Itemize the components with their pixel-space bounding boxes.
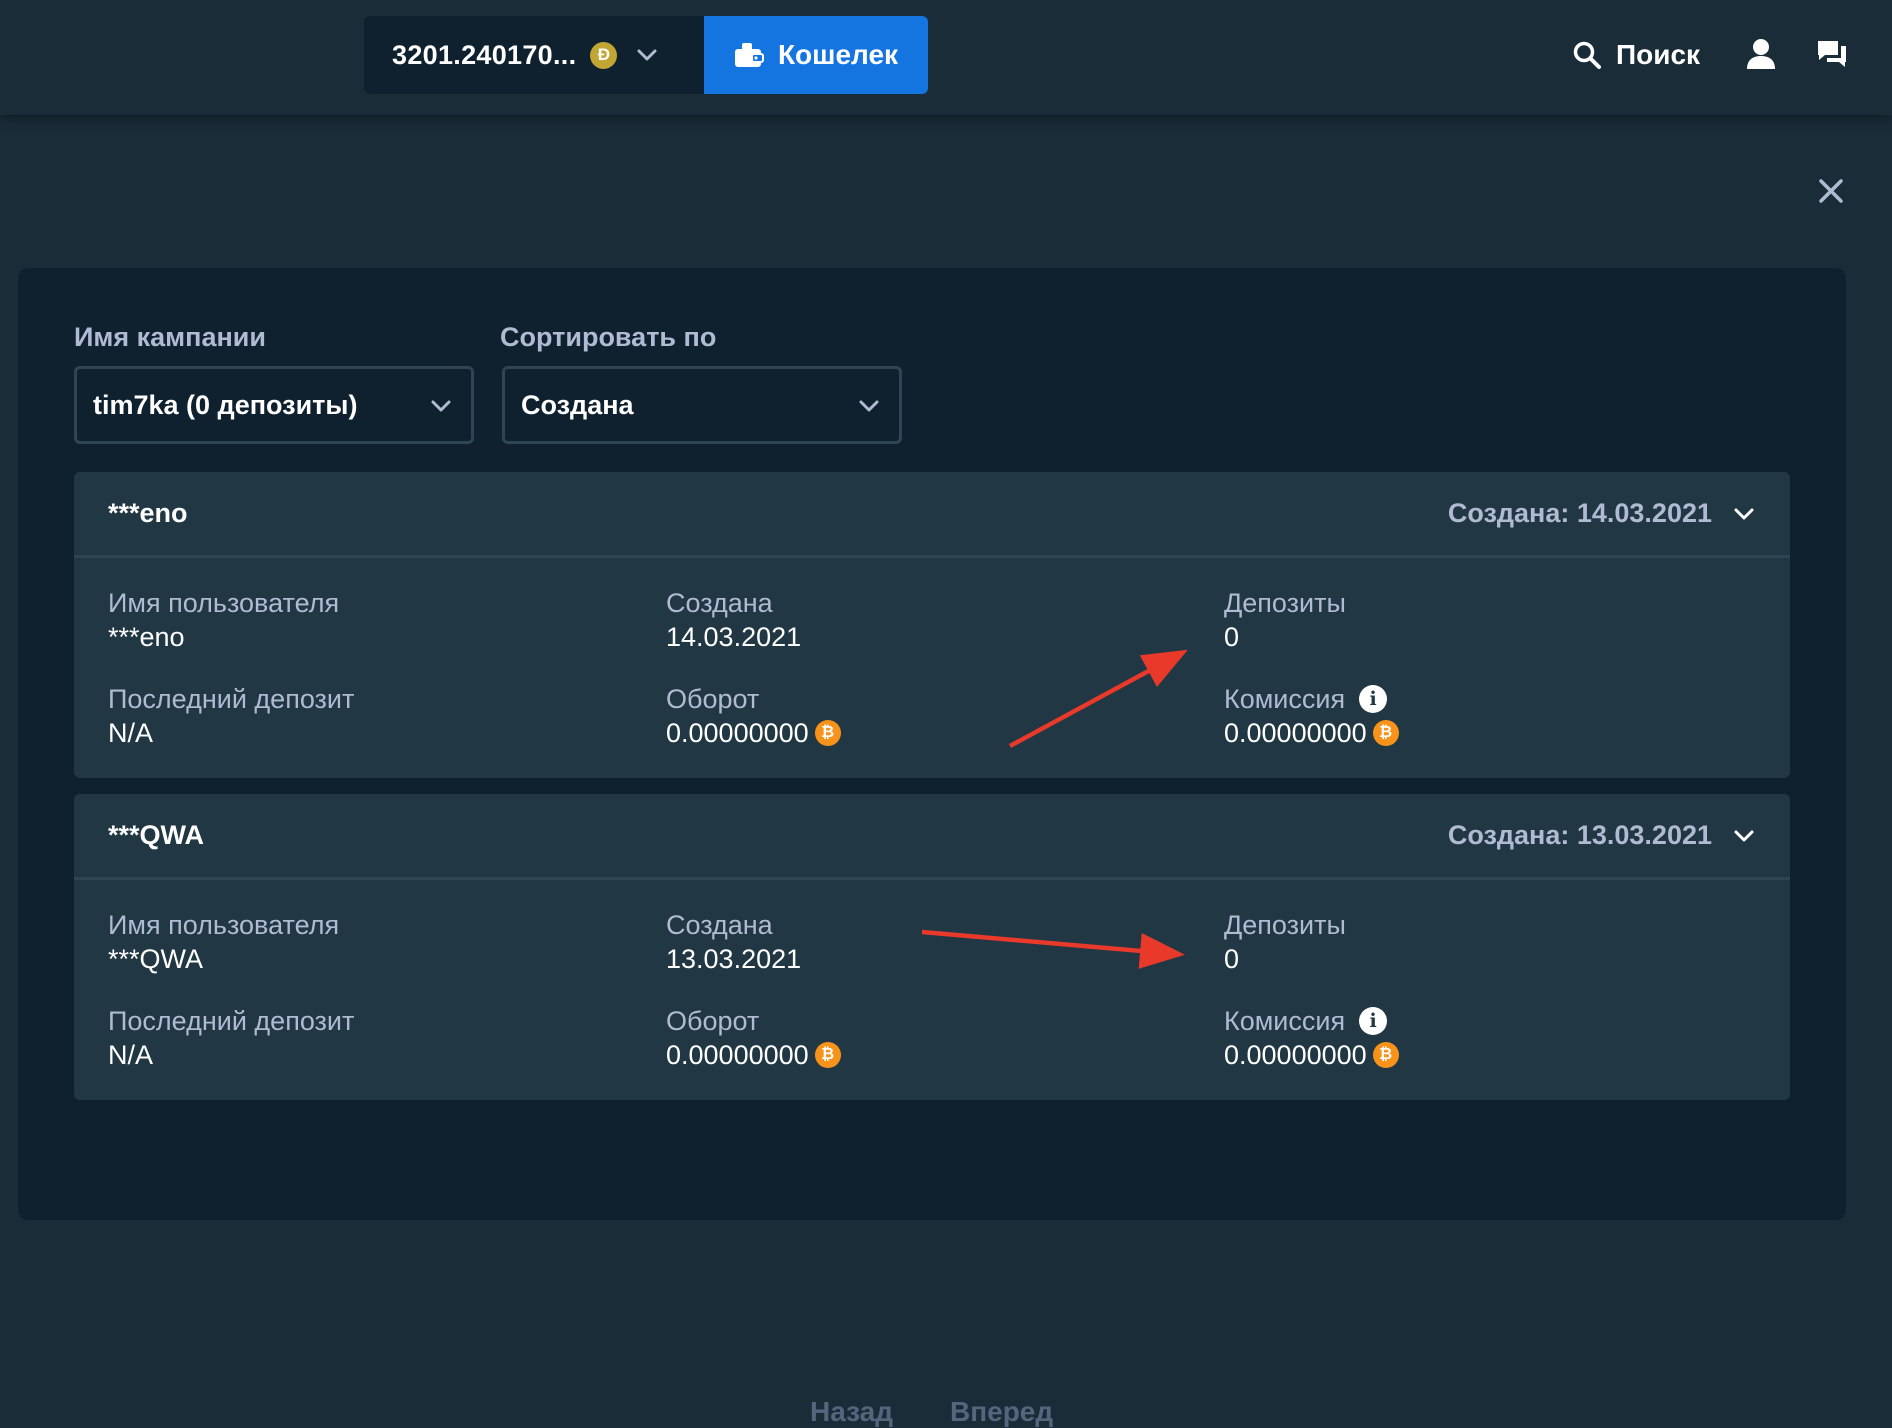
sort-by-label: Сортировать по bbox=[500, 322, 717, 352]
wallet-button[interactable]: Кошелек bbox=[704, 16, 928, 94]
referral-card-header[interactable]: ***QWA Создана: 13.03.2021 bbox=[74, 794, 1790, 880]
commission-label-text: Комиссия bbox=[1224, 1006, 1346, 1036]
referral-created-date: Создана: 14.03.2021 bbox=[1448, 498, 1756, 529]
turnover-label: Оборот bbox=[666, 1006, 760, 1036]
turnover-field: Оборот 0.00000000 ₿ bbox=[666, 1004, 841, 1072]
referral-created-date-text: Создана: 13.03.2021 bbox=[1447, 820, 1712, 850]
referral-card-header[interactable]: ***eno Создана: 14.03.2021 bbox=[74, 472, 1790, 558]
commission-value: 0.00000000 ₿ bbox=[1224, 716, 1399, 750]
wallet-button-label: Кошелек bbox=[777, 39, 899, 70]
turnover-label: Оборот bbox=[666, 684, 760, 714]
chevron-down-icon bbox=[431, 400, 451, 412]
username-value: ***QWA bbox=[108, 944, 204, 974]
btc-coin-icon: ₿ bbox=[814, 1042, 841, 1068]
referral-card: ***QWA Создана: 13.03.2021 Имя пользоват… bbox=[74, 794, 1790, 1100]
info-icon[interactable]: i bbox=[1359, 1007, 1388, 1035]
referral-username: ***eno bbox=[108, 498, 188, 528]
btc-coin-icon: ₿ bbox=[1372, 720, 1399, 746]
turnover-amount: 0.00000000 bbox=[666, 1040, 809, 1070]
close-icon[interactable] bbox=[1818, 178, 1844, 204]
chevron-down-icon bbox=[859, 400, 879, 412]
username-field: Имя пользователя ***QWA bbox=[108, 908, 339, 976]
referral-username: ***QWA bbox=[108, 820, 205, 850]
last-deposit-label: Последний депозит bbox=[108, 1006, 355, 1036]
campaign-name-label: Имя кампании bbox=[74, 322, 266, 352]
created-field: Создана 14.03.2021 bbox=[666, 586, 801, 654]
search-icon bbox=[1573, 41, 1601, 69]
chat-icon[interactable] bbox=[1816, 38, 1848, 70]
deposits-field: Депозиты 0 bbox=[1224, 908, 1346, 976]
wallet-icon bbox=[734, 43, 764, 67]
deposits-label: Депозиты bbox=[1224, 588, 1346, 618]
sort-select-value: Создана bbox=[521, 389, 634, 420]
commission-amount: 0.00000000 bbox=[1224, 1040, 1367, 1070]
btc-coin-icon: ₿ bbox=[1372, 1042, 1399, 1068]
btc-coin-icon: ₿ bbox=[814, 720, 841, 746]
commission-label: Комиссия i bbox=[1224, 682, 1399, 716]
last-deposit-label: Последний депозит bbox=[108, 684, 355, 714]
referrals-panel: Имя кампании tim7ka (0 депозиты) Сортиро… bbox=[18, 268, 1846, 1427]
balance-selector[interactable]: 3201.240170... Ð bbox=[364, 16, 704, 94]
pagination-next-button[interactable]: Вперед bbox=[950, 1396, 1053, 1428]
turnover-field: Оборот 0.00000000 ₿ bbox=[666, 682, 841, 750]
referral-card-body: Имя пользователя ***eno Создана 14.03.20… bbox=[74, 558, 1790, 778]
commission-value: 0.00000000 ₿ bbox=[1224, 1038, 1399, 1072]
top-navbar: 3201.240170... Ð Кошелек Поиск bbox=[0, 0, 1892, 115]
referral-card-body: Имя пользователя ***QWA Создана 13.03.20… bbox=[74, 880, 1790, 1100]
turnover-amount: 0.00000000 bbox=[666, 718, 809, 748]
created-label: Создана bbox=[666, 588, 773, 618]
referral-card: ***eno Создана: 14.03.2021 Имя пользоват… bbox=[74, 472, 1790, 778]
commission-label: Комиссия i bbox=[1224, 1004, 1399, 1038]
created-value: 14.03.2021 bbox=[666, 622, 802, 652]
chevron-down-icon bbox=[1734, 830, 1754, 841]
username-field: Имя пользователя ***eno bbox=[108, 586, 339, 654]
referral-created-date-text: Создана: 14.03.2021 bbox=[1447, 498, 1712, 528]
pagination-prev-button[interactable]: Назад bbox=[810, 1396, 893, 1428]
sort-select[interactable]: Создана bbox=[502, 366, 902, 444]
deposits-field: Депозиты 0 bbox=[1224, 586, 1346, 654]
commission-label-text: Комиссия bbox=[1224, 684, 1346, 714]
turnover-value: 0.00000000 ₿ bbox=[666, 716, 841, 750]
username-label: Имя пользователя bbox=[108, 588, 340, 618]
created-field: Создана 13.03.2021 bbox=[666, 908, 801, 976]
last-deposit-field: Последний депозит N/A bbox=[108, 682, 354, 750]
username-label: Имя пользователя bbox=[108, 910, 340, 940]
balance-amount: 3201.240170... bbox=[392, 39, 577, 70]
last-deposit-value: N/A bbox=[108, 1040, 154, 1070]
search-button[interactable]: Поиск bbox=[1572, 30, 1700, 80]
chevron-down-icon bbox=[1734, 508, 1754, 519]
user-icon[interactable] bbox=[1746, 38, 1776, 70]
last-deposit-value: N/A bbox=[108, 718, 154, 748]
commission-amount: 0.00000000 bbox=[1224, 718, 1367, 748]
chevron-down-icon bbox=[637, 49, 657, 61]
deposits-value: 0 bbox=[1224, 622, 1240, 652]
commission-field: Комиссия i 0.00000000 ₿ bbox=[1224, 1004, 1399, 1072]
info-icon[interactable]: i bbox=[1359, 685, 1388, 713]
deposits-label: Депозиты bbox=[1224, 910, 1346, 940]
deposits-value: 0 bbox=[1224, 944, 1240, 974]
campaign-select[interactable]: tim7ka (0 депозиты) bbox=[74, 366, 474, 444]
search-button-label: Поиск bbox=[1616, 39, 1701, 70]
doge-coin-icon: Ð bbox=[590, 41, 618, 69]
campaign-select-value: tim7ka (0 депозиты) bbox=[93, 389, 358, 420]
created-label: Создана bbox=[666, 910, 773, 940]
username-value: ***eno bbox=[108, 622, 185, 652]
created-value: 13.03.2021 bbox=[666, 944, 802, 974]
referral-created-date: Создана: 13.03.2021 bbox=[1448, 820, 1756, 851]
commission-field: Комиссия i 0.00000000 ₿ bbox=[1224, 682, 1399, 750]
last-deposit-field: Последний депозит N/A bbox=[108, 1004, 354, 1072]
turnover-value: 0.00000000 ₿ bbox=[666, 1038, 841, 1072]
